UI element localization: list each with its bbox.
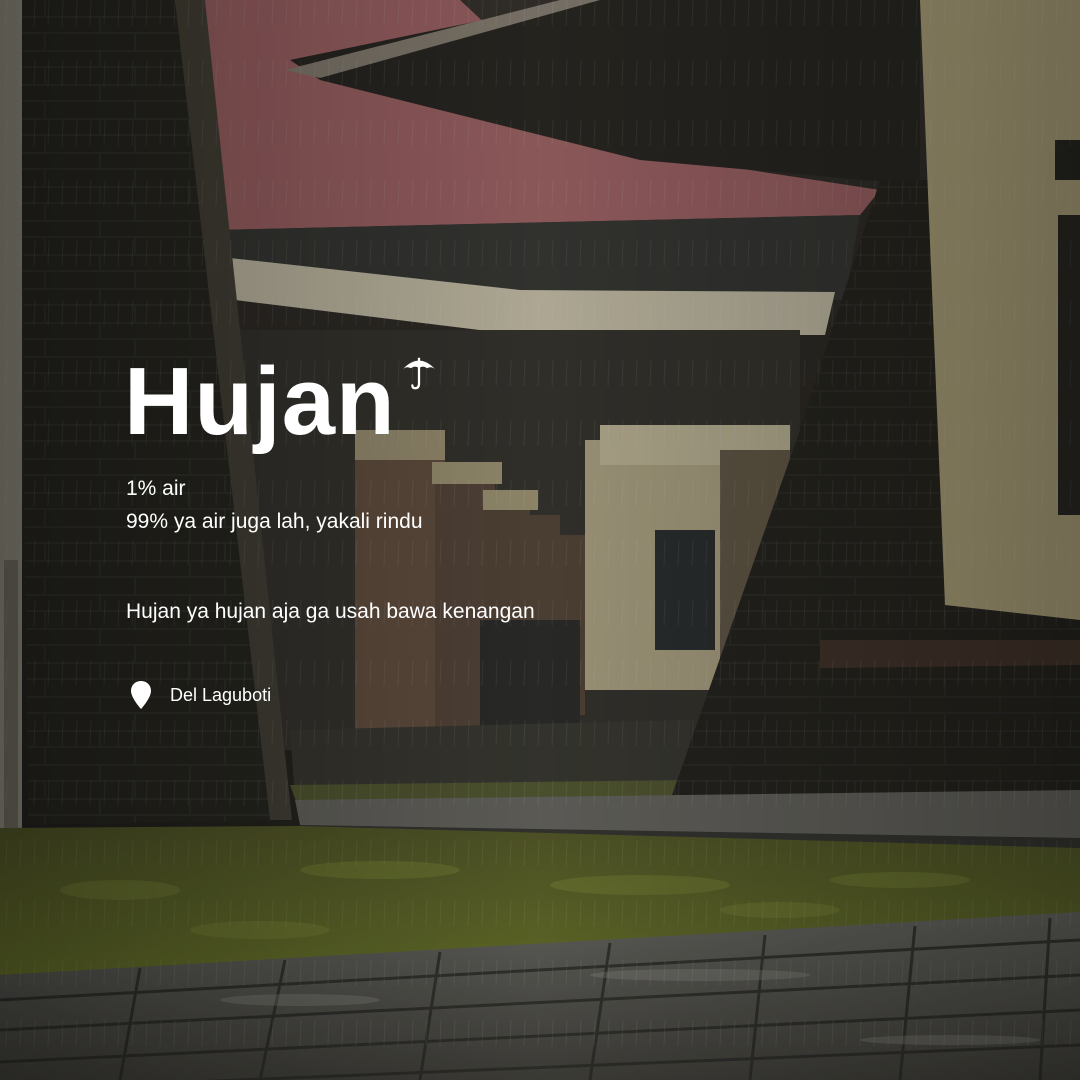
location-label: Del Laguboti xyxy=(170,684,272,705)
location-tag[interactable]: Del Laguboti xyxy=(130,680,271,710)
umbrella-icon xyxy=(402,357,436,390)
caption-line-2: 99% ya air juga lah, yakali rindu xyxy=(126,510,423,533)
post-image: Hujan 1% air 99% ya air juga lah, yakali… xyxy=(0,0,1080,1080)
caption-overlay: Hujan 1% air 99% ya air juga lah, yakali… xyxy=(0,0,1080,1080)
caption-tagline: Hujan ya hujan aja ga usah bawa kenangan xyxy=(126,600,535,623)
caption-line-1: 1% air xyxy=(126,477,186,500)
map-pin-icon xyxy=(131,681,151,709)
post-title: Hujan xyxy=(124,348,396,455)
